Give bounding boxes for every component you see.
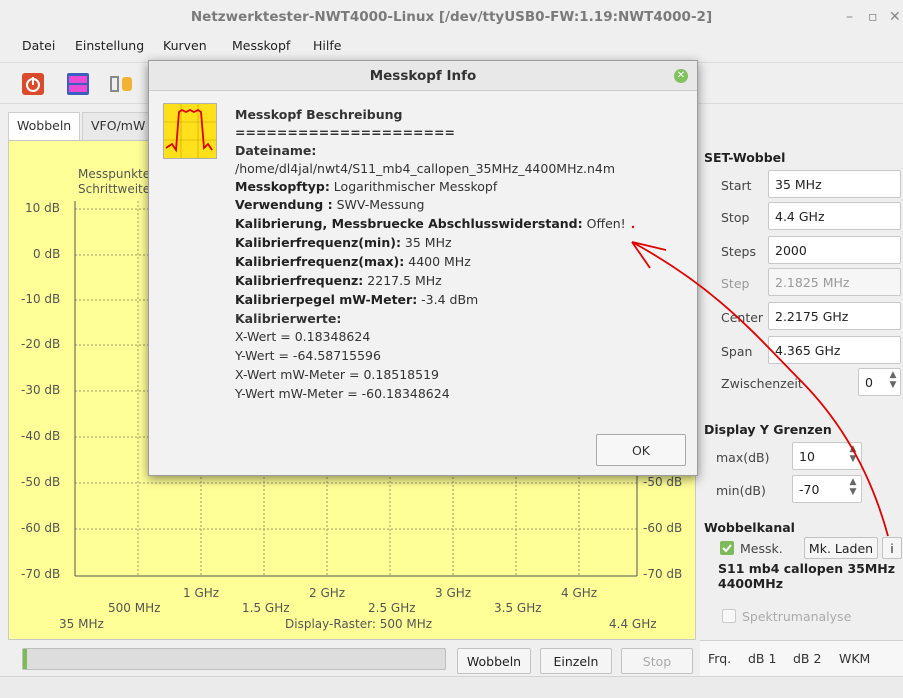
annotation-arrow bbox=[631, 225, 889, 537]
